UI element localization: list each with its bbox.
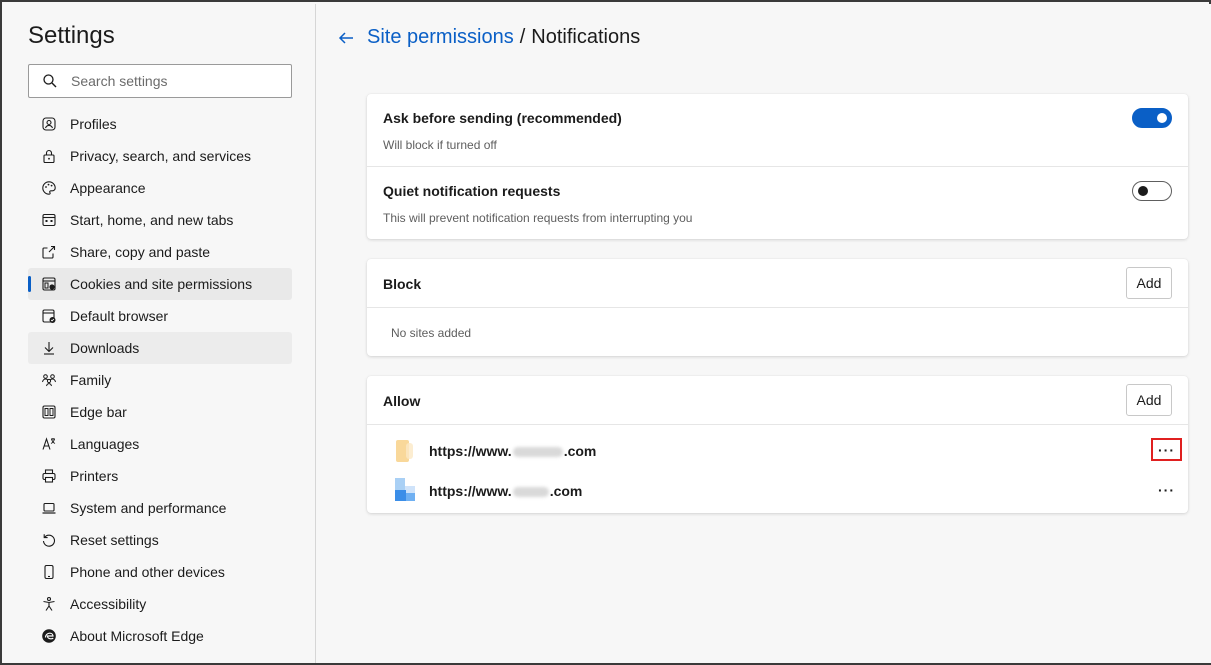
notification-settings-card: Ask before sending (recommended) Will bl… bbox=[367, 94, 1188, 239]
sidebar-item-share[interactable]: Share, copy and paste bbox=[28, 236, 292, 268]
family-icon bbox=[28, 372, 70, 388]
allowed-site-row[interactable]: https://www. .com ··· bbox=[367, 472, 1188, 508]
sidebar-item-downloads[interactable]: Downloads bbox=[28, 332, 292, 364]
allowed-site-row[interactable]: https://www. .com ··· bbox=[367, 432, 1188, 468]
divider bbox=[367, 424, 1188, 425]
sidebar-item-label: Family bbox=[70, 372, 112, 388]
printer-icon bbox=[28, 468, 70, 484]
toggle-knob bbox=[1138, 186, 1148, 196]
sidebar-item-phone[interactable]: Phone and other devices bbox=[28, 556, 292, 588]
main-content: Site permissions / Notifications Ask bef… bbox=[317, 4, 1211, 663]
quiet-requests-title: Quiet notification requests bbox=[383, 183, 561, 199]
sidebar-item-label: Accessibility bbox=[70, 596, 147, 612]
sidebar-item-default-browser[interactable]: Default browser bbox=[28, 300, 292, 332]
sidebar-item-label: Phone and other devices bbox=[70, 564, 225, 580]
breadcrumb: Site permissions / Notifications bbox=[335, 26, 640, 49]
page-title: Notifications bbox=[531, 26, 641, 48]
allow-add-button[interactable]: Add bbox=[1126, 384, 1172, 416]
sidebar-item-appearance[interactable]: Appearance bbox=[28, 172, 292, 204]
breadcrumb-site-permissions-link[interactable]: Site permissions bbox=[367, 26, 514, 49]
edge-logo-icon bbox=[28, 628, 70, 644]
sidebar-item-edge-bar[interactable]: Edge bar bbox=[28, 396, 292, 428]
sidebar-item-accessibility[interactable]: Accessibility bbox=[28, 588, 292, 620]
toggle-knob bbox=[1157, 113, 1167, 123]
browser-icon bbox=[28, 308, 70, 324]
language-icon bbox=[28, 436, 70, 452]
site-favicon-icon bbox=[395, 439, 415, 462]
allow-title: Allow bbox=[383, 393, 421, 409]
sidebar-item-languages[interactable]: Languages bbox=[28, 428, 292, 460]
sidebar-item-profiles[interactable]: Profiles bbox=[28, 108, 292, 140]
quiet-requests-toggle[interactable] bbox=[1132, 181, 1172, 201]
ask-before-sending-subtitle: Will block if turned off bbox=[383, 138, 497, 152]
more-options-button[interactable]: ··· bbox=[1151, 478, 1182, 501]
quiet-requests-row: Quiet notification requests This will pr… bbox=[367, 167, 1188, 239]
site-url-suffix: .com bbox=[549, 483, 583, 499]
sidebar-item-label: Share, copy and paste bbox=[70, 244, 211, 260]
sidebar-item-label: Languages bbox=[70, 436, 140, 452]
sidebar-item-system[interactable]: System and performance bbox=[28, 492, 292, 524]
sidebar-item-label: Privacy, search, and services bbox=[70, 148, 252, 164]
site-url-suffix: .com bbox=[563, 443, 597, 459]
sidebar-item-label: System and performance bbox=[70, 500, 227, 516]
share-icon bbox=[28, 244, 70, 260]
search-input[interactable] bbox=[71, 73, 281, 89]
redacted-text bbox=[512, 447, 563, 458]
reset-icon bbox=[28, 532, 70, 548]
search-icon bbox=[29, 73, 71, 89]
sidebar-item-family[interactable]: Family bbox=[28, 364, 292, 396]
download-icon bbox=[28, 340, 70, 356]
settings-window: Settings Profiles Privacy, search, and s… bbox=[0, 0, 1211, 665]
sidebar-item-cookies[interactable]: Cookies and site permissions bbox=[28, 268, 292, 300]
block-add-button[interactable]: Add bbox=[1126, 267, 1172, 299]
sidebar-title: Settings bbox=[28, 22, 115, 49]
accessibility-icon bbox=[28, 596, 70, 612]
site-url-prefix: https://www. bbox=[429, 443, 512, 459]
block-card: Block Add No sites added bbox=[367, 259, 1188, 356]
sidebar-item-label: Start, home, and new tabs bbox=[70, 212, 234, 228]
sidebar-nav: Profiles Privacy, search, and services A… bbox=[28, 108, 292, 652]
quiet-requests-subtitle: This will prevent notification requests … bbox=[383, 211, 693, 225]
sidebar-item-label: Printers bbox=[70, 468, 119, 484]
ask-before-sending-row: Ask before sending (recommended) Will bl… bbox=[367, 94, 1188, 166]
allow-card: Allow Add https://www. .com ··· https://w… bbox=[367, 376, 1188, 513]
profile-icon bbox=[28, 116, 70, 132]
sidebar-item-label: Profiles bbox=[70, 116, 117, 132]
cookies-icon bbox=[28, 276, 70, 292]
search-box[interactable] bbox=[28, 64, 292, 98]
sidebar-item-label: Downloads bbox=[70, 340, 140, 356]
sidebar-item-label: Appearance bbox=[70, 180, 146, 196]
sidebar-item-printers[interactable]: Printers bbox=[28, 460, 292, 492]
site-url: https://www. .com bbox=[429, 483, 582, 499]
sidebar-item-label: Cookies and site permissions bbox=[70, 276, 253, 292]
redacted-text bbox=[512, 487, 549, 498]
site-url-prefix: https://www. bbox=[429, 483, 512, 499]
palette-icon bbox=[28, 180, 70, 196]
ask-before-sending-title: Ask before sending (recommended) bbox=[383, 110, 622, 126]
sidebar-item-label: Default browser bbox=[70, 308, 169, 324]
site-favicon-icon bbox=[395, 478, 415, 501]
edge-bar-icon bbox=[28, 404, 70, 420]
breadcrumb-separator: / bbox=[519, 26, 526, 48]
home-tab-icon bbox=[28, 212, 70, 228]
site-url: https://www. .com bbox=[429, 443, 596, 459]
back-arrow-icon[interactable] bbox=[335, 27, 357, 49]
lock-icon bbox=[28, 148, 70, 164]
block-title: Block bbox=[383, 276, 422, 292]
block-empty-text: No sites added bbox=[391, 326, 472, 340]
phone-icon bbox=[28, 564, 70, 580]
sidebar-item-about[interactable]: About Microsoft Edge bbox=[28, 620, 292, 652]
sidebar: Settings Profiles Privacy, search, and s… bbox=[4, 4, 316, 663]
sidebar-item-label: Edge bar bbox=[70, 404, 127, 420]
sidebar-item-label: Reset settings bbox=[70, 532, 159, 548]
laptop-icon bbox=[28, 500, 70, 516]
sidebar-item-reset[interactable]: Reset settings bbox=[28, 524, 292, 556]
more-options-button[interactable]: ··· bbox=[1151, 438, 1182, 461]
ask-before-sending-toggle[interactable] bbox=[1132, 108, 1172, 128]
sidebar-item-privacy[interactable]: Privacy, search, and services bbox=[28, 140, 292, 172]
sidebar-item-start-home[interactable]: Start, home, and new tabs bbox=[28, 204, 292, 236]
sidebar-item-label: About Microsoft Edge bbox=[70, 628, 204, 644]
divider bbox=[367, 307, 1188, 308]
